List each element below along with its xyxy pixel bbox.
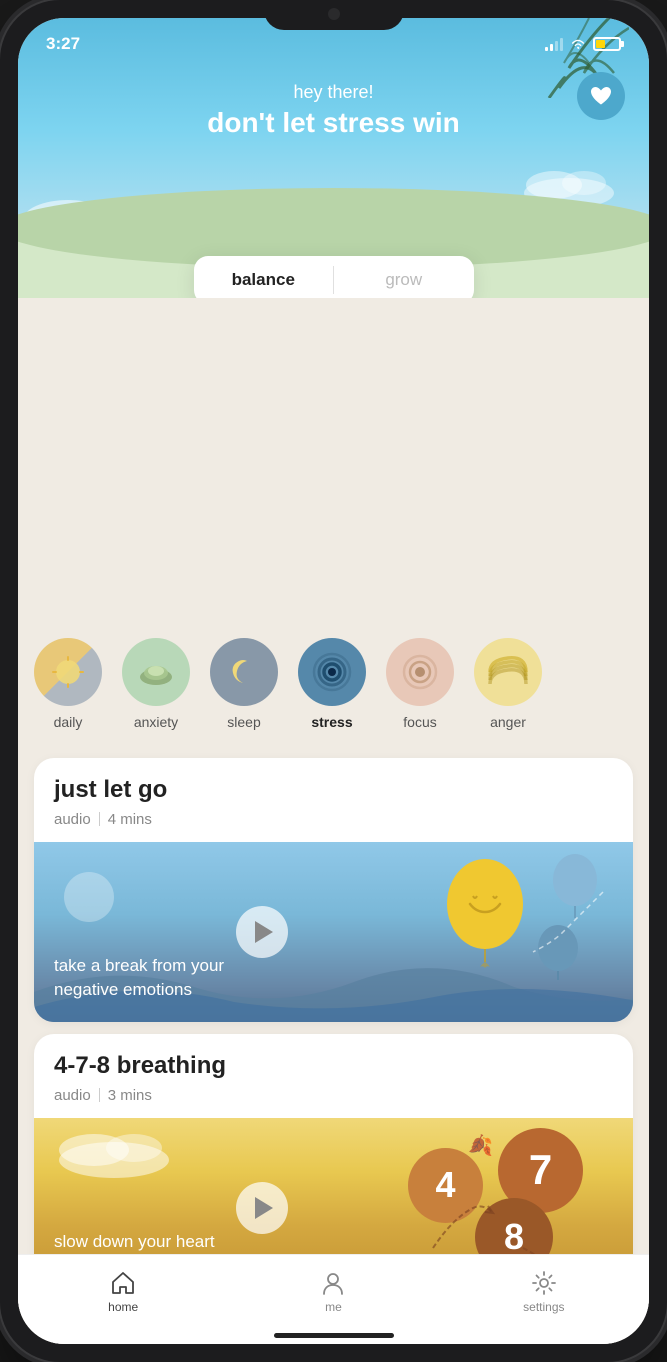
settings-icon: [531, 1270, 557, 1296]
hero-text: hey there! don't let stress win: [18, 62, 649, 139]
daily-icon: [48, 652, 88, 692]
category-circle-anger: [474, 638, 542, 706]
card-meta-divider-2: [99, 1088, 100, 1102]
nav-label-home: home: [108, 1300, 138, 1314]
leaf-decoration: 🍂: [468, 1133, 493, 1158]
card-meta-breathing: audio 3 mins: [54, 1087, 613, 1104]
camera-dot: [328, 8, 340, 20]
tabs-container: balance grow: [194, 256, 474, 298]
tab-balance[interactable]: balance: [194, 256, 334, 298]
category-label-stress: stress: [311, 714, 352, 730]
card-just-let-go[interactable]: just let go audio 4 mins: [34, 758, 633, 1022]
bottom-nav: home me settings: [18, 1254, 649, 1344]
card-duration-just-let-go: 4 mins: [108, 811, 152, 828]
person-icon: [320, 1270, 346, 1296]
card-meta-just-let-go: audio 4 mins: [54, 811, 613, 828]
dashed-line-decoration: [513, 882, 613, 962]
category-label-focus: focus: [403, 714, 436, 730]
play-triangle-icon-2: [255, 1197, 273, 1219]
status-icons: [545, 37, 621, 51]
card-image-just-let-go[interactable]: take a break from your negative emotions: [34, 842, 633, 1022]
card-description-just-let-go: take a break from your negative emotions: [54, 954, 234, 1002]
category-circle-stress: [298, 638, 366, 706]
card-type-just-let-go: audio: [54, 811, 91, 828]
category-label-sleep: sleep: [227, 714, 260, 730]
category-focus[interactable]: focus: [386, 638, 454, 730]
hero-title: don't let stress win: [18, 107, 649, 139]
status-time: 3:27: [46, 34, 80, 54]
category-circle-sleep: [210, 638, 278, 706]
anger-icon: [486, 650, 530, 694]
category-sleep[interactable]: sleep: [210, 638, 278, 730]
category-label-daily: daily: [54, 714, 83, 730]
arrow-decoration: [423, 1198, 503, 1258]
favorite-button[interactable]: [577, 72, 625, 120]
card-duration-breathing: 3 mins: [108, 1087, 152, 1104]
phone-screen: 3:27: [18, 18, 649, 1344]
category-anxiety[interactable]: anxiety: [122, 638, 190, 730]
battery-icon: [593, 37, 621, 51]
home-indicator: [274, 1333, 394, 1338]
signal-icon: [545, 37, 563, 51]
category-stress[interactable]: stress: [298, 638, 366, 730]
category-anger[interactable]: anger: [474, 638, 542, 730]
nav-label-settings: settings: [523, 1300, 564, 1314]
card-title-just-let-go: just let go: [54, 776, 613, 805]
heart-icon: [590, 86, 612, 106]
category-circle-anxiety: [122, 638, 190, 706]
nav-item-settings[interactable]: settings: [439, 1270, 649, 1314]
play-button-just-let-go[interactable]: [236, 906, 288, 958]
anxiety-icon: [136, 655, 176, 690]
category-circle-daily: [34, 638, 102, 706]
card-header-breathing: 4-7-8 breathing audio 3 mins: [34, 1034, 633, 1118]
tab-grow[interactable]: grow: [334, 256, 474, 298]
home-icon: [110, 1270, 136, 1296]
category-circle-focus: [386, 638, 454, 706]
nav-item-home[interactable]: home: [18, 1270, 228, 1314]
category-daily[interactable]: daily: [34, 638, 102, 730]
battery-fill: [596, 40, 605, 48]
phone-frame: 3:27: [0, 0, 667, 1362]
category-label-anxiety: anxiety: [134, 714, 178, 730]
category-label-anger: anger: [490, 714, 526, 730]
balloon-circle-decoration: [64, 872, 114, 922]
hero-greeting: hey there!: [18, 82, 649, 103]
card-type-breathing: audio: [54, 1087, 91, 1104]
focus-icon: [399, 651, 441, 693]
wifi-icon: [569, 37, 587, 51]
nav-item-me[interactable]: me: [228, 1270, 438, 1314]
sleep-icon: [225, 653, 263, 691]
main-content: daily anxiety: [18, 298, 649, 1344]
card-meta-divider: [99, 812, 100, 826]
play-button-breathing[interactable]: [236, 1182, 288, 1234]
clouds-breathing: [54, 1128, 174, 1178]
nav-label-me: me: [325, 1300, 342, 1314]
play-triangle-icon: [255, 921, 273, 943]
card-header-just-let-go: just let go audio 4 mins: [34, 758, 633, 842]
categories-scroll[interactable]: daily anxiety: [18, 608, 649, 746]
card-title-breathing: 4-7-8 breathing: [54, 1052, 613, 1081]
stress-icon: [309, 649, 355, 695]
